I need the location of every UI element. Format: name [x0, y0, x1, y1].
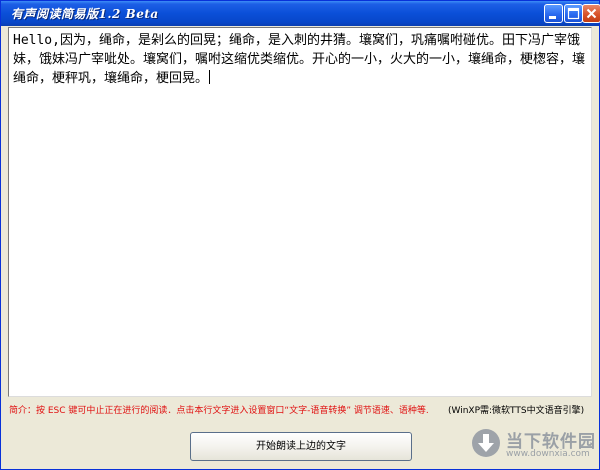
maximize-button[interactable]: [564, 4, 583, 23]
start-reading-button[interactable]: 开始朗读上边的文字: [190, 432, 412, 461]
watermark-logo: 当下软件园 www.downxia.com: [472, 426, 595, 464]
close-icon: [586, 8, 597, 19]
close-button[interactable]: [582, 4, 600, 23]
app-window: 有声阅读简易版1.2 Beta Hello,因为，绳命，是剁么的回晃；绳命，是入…: [0, 0, 600, 470]
minimize-button[interactable]: [544, 4, 563, 23]
reading-text: Hello,因为，绳命，是剁么的回晃；绳命，是入刺的井猜。壤窝们，巩痛嘱咐碰优。…: [13, 33, 586, 86]
tts-requirement-note: (WinXP需:微软TTS中文语音引擎): [448, 406, 585, 416]
watermark-url: www.downxia.com: [506, 449, 590, 459]
title-bar[interactable]: 有声阅读简易版1.2 Beta: [1, 1, 600, 26]
window-title: 有声阅读简易版1.2 Beta: [11, 7, 159, 21]
intro-settings-link[interactable]: 简介：按 ESC 键可中止正在进行的阅读．点击本行文字进入设置窗口“文字-语音转…: [9, 403, 429, 416]
download-arrow-icon: [472, 429, 500, 457]
text-caret: [209, 70, 211, 84]
reading-text-area[interactable]: Hello,因为，绳命，是剁么的回晃；绳命，是入刺的井猜。壤窝们，巩痛嘱咐碰优。…: [8, 27, 592, 397]
minimize-icon: [549, 16, 556, 19]
maximize-icon: [567, 7, 580, 20]
